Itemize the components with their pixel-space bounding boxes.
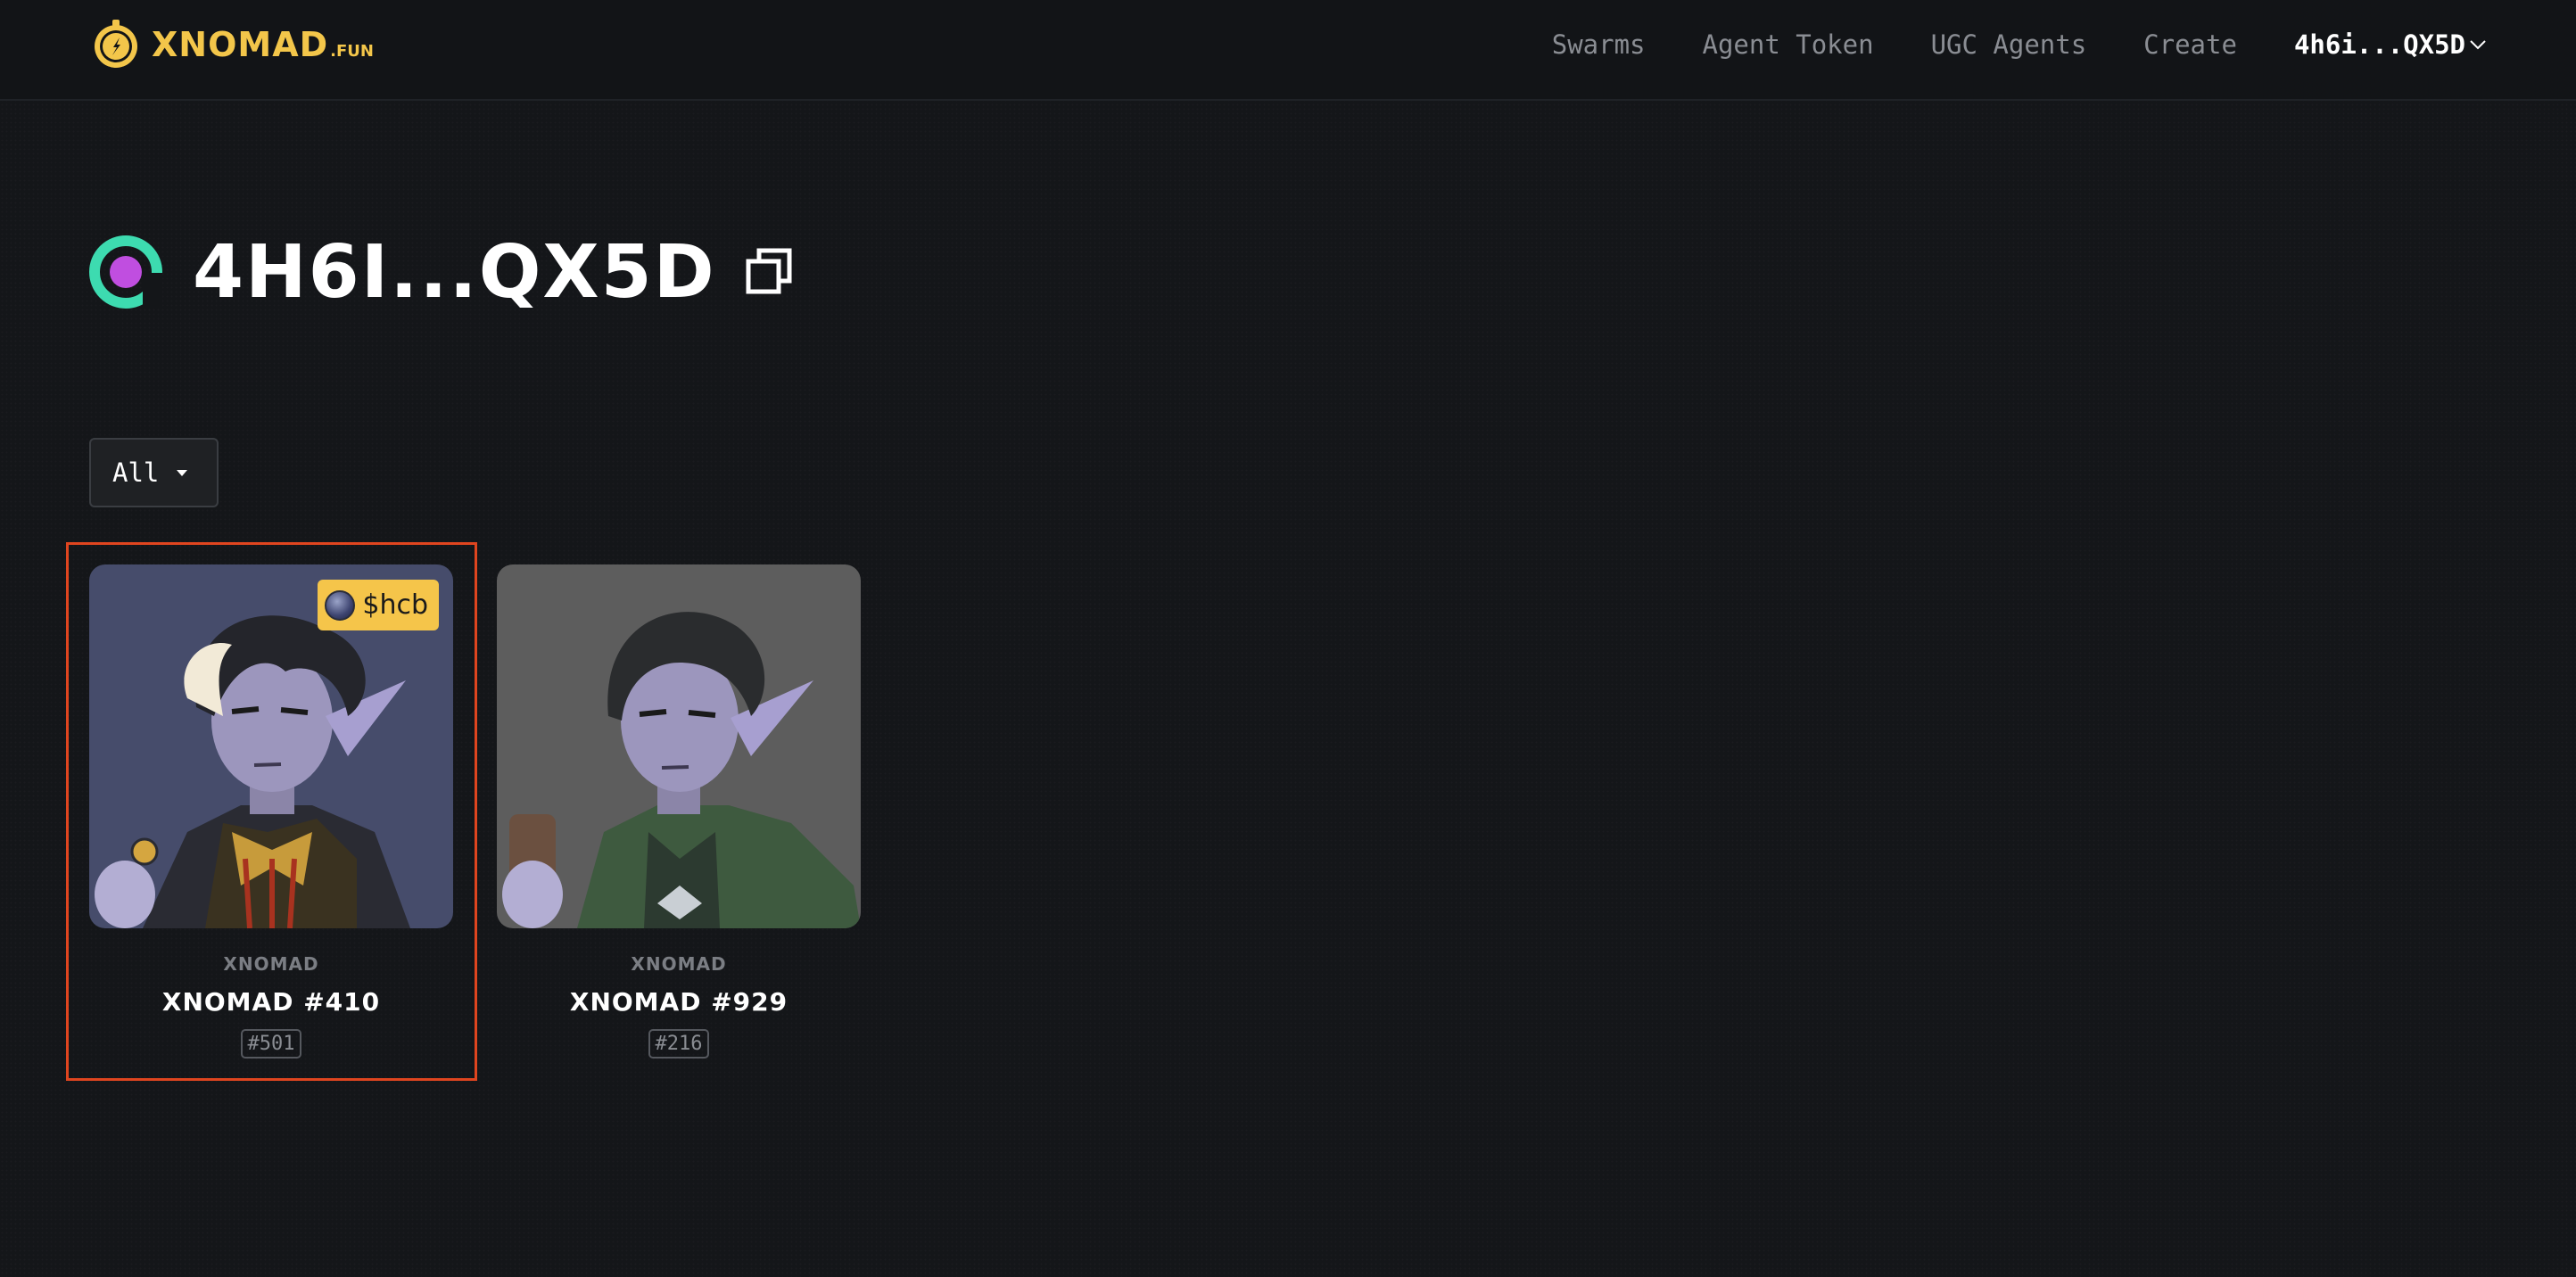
nft-image [497, 564, 861, 928]
token-badge[interactable]: $hcb [318, 580, 439, 630]
nav-create[interactable]: Create [2143, 29, 2237, 60]
nav-agent-token[interactable]: Agent Token [1703, 29, 1874, 60]
card-title: XNOMAD #410 [161, 987, 381, 1017]
token-icon [325, 589, 356, 621]
avatar [89, 235, 162, 309]
page-title: 4H6I...QX5D [193, 229, 716, 315]
copy-icon[interactable] [743, 245, 797, 299]
card-collection-name: XNOMAD [223, 953, 319, 975]
nft-image: $hcb [89, 564, 453, 928]
logo-suffix: .FUN [330, 41, 374, 61]
filter-selected-value: All [112, 457, 160, 488]
nft-card[interactable]: XNOMAD XNOMAD #929 #216 [497, 564, 861, 1064]
main-nav: Swarms Agent Token UGC Agents Create 4h6… [1495, 25, 2487, 64]
token-symbol: $hcb [362, 589, 428, 621]
rank-badge: #501 [240, 1029, 302, 1059]
card-collection-name: XNOMAD [631, 953, 727, 975]
nav-swarms[interactable]: Swarms [1552, 29, 1646, 60]
nft-card[interactable]: $hcb XNOMAD XNOMAD #410 #501 [89, 564, 453, 1064]
filter-dropdown[interactable]: All [89, 438, 219, 507]
wallet-menu-button[interactable]: 4h6i...QX5D [2294, 29, 2487, 60]
profile-header: 4H6I...QX5D [89, 229, 797, 315]
xnomad-logo[interactable]: XNOMAD .FUN [89, 16, 374, 73]
nav-ugc-agents[interactable]: UGC Agents [1931, 29, 2087, 60]
caret-down-icon [177, 470, 188, 476]
wallet-address: 4h6i...QX5D [2293, 29, 2465, 60]
rank-badge: #216 [648, 1029, 710, 1059]
top-navigation-bar: XNOMAD .FUN Swarms Agent Token UGC Agent… [0, 0, 2576, 101]
logo-wordmark: XNOMAD [152, 25, 329, 64]
card-title: XNOMAD #929 [569, 987, 788, 1017]
chevron-down-icon [2470, 40, 2486, 50]
compass-logo-icon [95, 20, 137, 68]
elf-portrait-image [497, 564, 861, 928]
